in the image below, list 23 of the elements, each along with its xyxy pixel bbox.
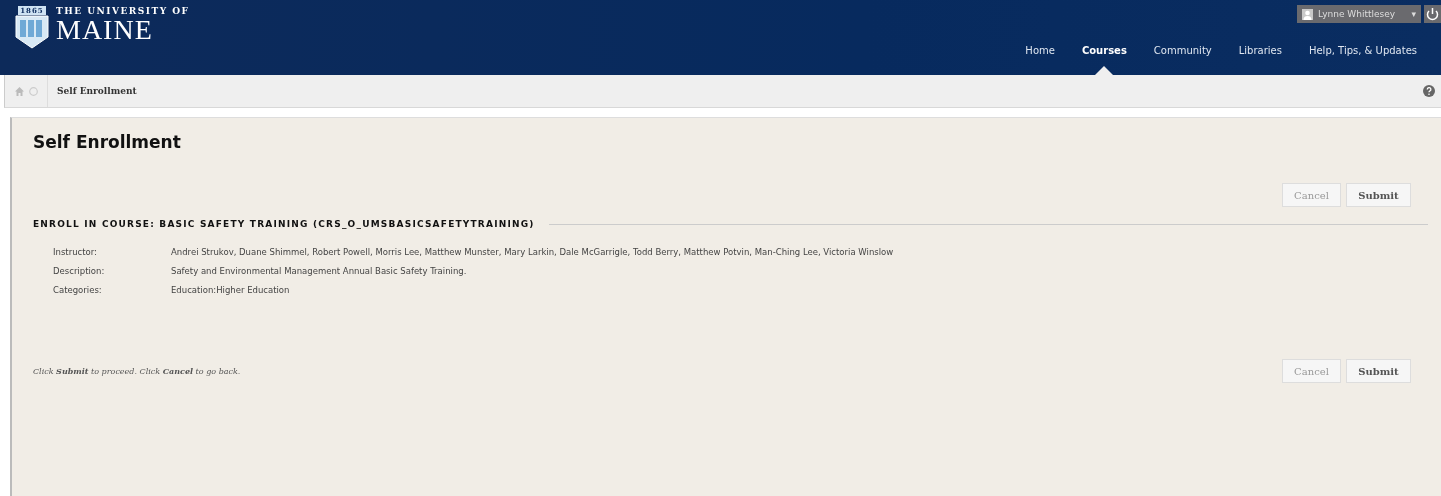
user-menu[interactable]: Lynne Whittlesey ▾ (1297, 5, 1421, 23)
field-label: Instructor: (53, 247, 98, 258)
field-label: Description: (53, 266, 106, 277)
instruction-text: Click Submit to proceed. Click Cancel to go back. (33, 366, 241, 376)
nav-tab[interactable]: Libraries (1238, 45, 1282, 56)
logo-wordmark: MAINE (56, 16, 154, 44)
field-value: Education:Higher Education (171, 285, 291, 296)
submit-button[interactable]: Submit (1346, 183, 1411, 207)
page-title: Self Enrollment (33, 132, 182, 152)
logo-text: THE UNIVERSITY OF (56, 6, 190, 16)
nav-tab[interactable]: Help, Tips, & Updates (1308, 45, 1417, 56)
power-icon[interactable] (1424, 5, 1441, 23)
field-value: Safety and Environmental Management Annual Basic Safety Training. (171, 266, 468, 277)
field-value: Andrei Strukov, Duane Shimmel, Robert Powell, Morris Lee, Matthew Munster, Mary Larkin, Dale McGarrigle, Todd Berry, Matthew Potvin, Man-Ching Lee, Victoria Winslow (171, 247, 895, 258)
submit-button[interactable]: Submit (1346, 359, 1411, 383)
field-label: Categories: (53, 285, 103, 296)
help-icon[interactable] (1423, 85, 1435, 97)
nav-tab[interactable]: Community (1153, 45, 1212, 56)
nav-tab[interactable]: Courses (1081, 45, 1127, 56)
nav-tab[interactable]: Home (1025, 45, 1055, 56)
user-icon (1302, 8, 1313, 20)
breadcrumb-item: Self Enrollment (57, 86, 137, 96)
section-heading: ENROLL IN COURSE: BASIC SAFETY TRAINING (CRS_O_UMSBASICSAFETYTRAINING) (33, 219, 535, 229)
